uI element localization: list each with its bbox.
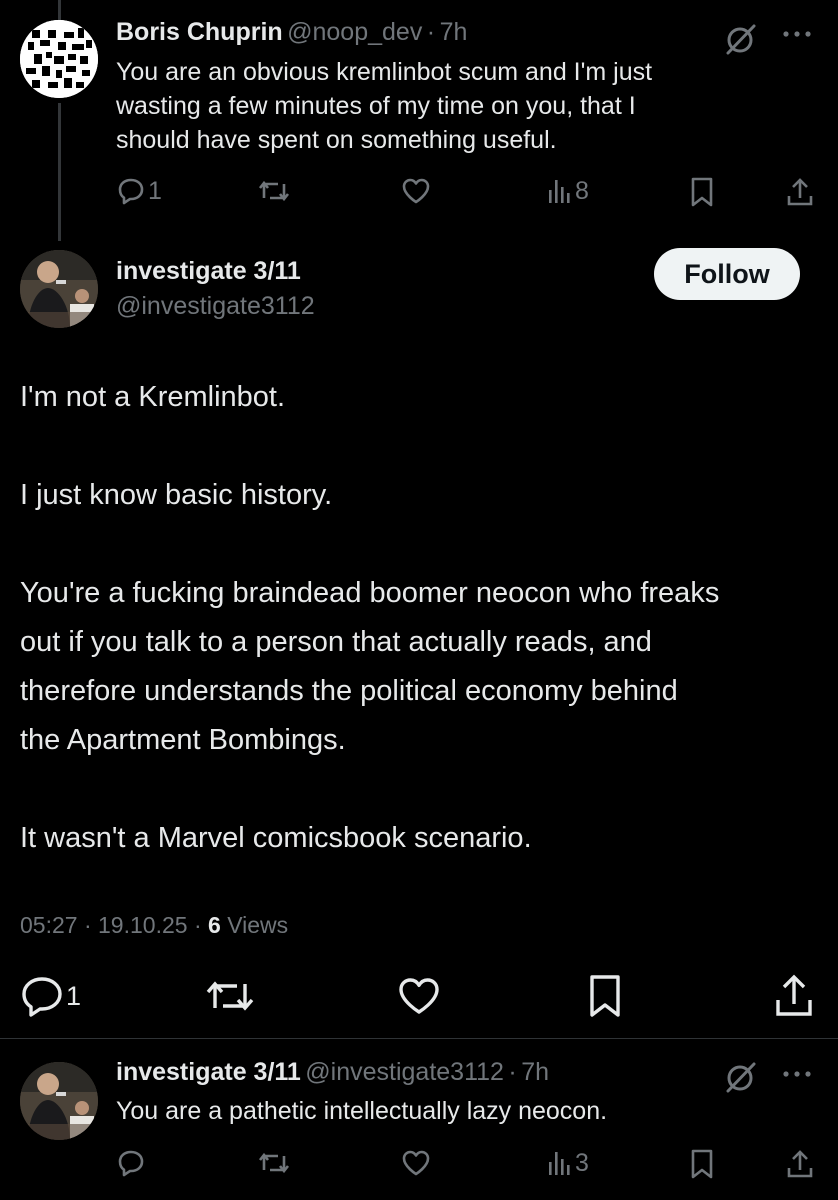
paragraph: I just know basic history. [20, 471, 830, 520]
text-line: should have spent on something useful. [116, 126, 557, 154]
text-line: out if you talk to a person that actuall… [20, 626, 652, 658]
separator: · [193, 912, 202, 938]
text-line: therefore understands the political econ… [20, 675, 678, 707]
grok-icon[interactable] [724, 1060, 758, 1099]
analytics-icon [546, 176, 572, 206]
analytics-icon [546, 1148, 572, 1178]
repost-icon [204, 975, 256, 1017]
post-date[interactable]: 19.10.25 [98, 912, 188, 938]
thread-connector [58, 103, 61, 241]
views-count: 8 [575, 176, 589, 205]
bookmark-icon [688, 1148, 716, 1180]
heart-icon [400, 1148, 432, 1178]
text-line: the Apartment Bombings. [20, 724, 346, 756]
reply-button[interactable] [116, 1148, 146, 1178]
more-options-icon[interactable] [780, 24, 814, 49]
more-options-icon[interactable] [780, 1064, 814, 1089]
text-line: I just know basic history. [20, 479, 333, 511]
like-button[interactable] [396, 975, 442, 1017]
views-count: 3 [575, 1148, 589, 1177]
reply-header: Boris Chuprin @noop_dev · 7h [116, 18, 467, 47]
repost-button[interactable] [258, 1148, 290, 1178]
post-body: I'm not a Kremlinbot. I just know basic … [20, 373, 830, 863]
reply-button[interactable]: 1 [20, 975, 81, 1017]
separator: · [83, 912, 92, 938]
separator: · [426, 18, 436, 46]
reply-text: You are an obvious kremlinbot scum and I… [116, 55, 652, 157]
separator: · [508, 1058, 517, 1086]
share-icon [786, 1148, 814, 1180]
paragraph: I'm not a Kremlinbot. [20, 373, 830, 422]
share-button[interactable] [786, 176, 814, 208]
bookmark-button[interactable] [688, 1148, 716, 1180]
like-button[interactable] [400, 176, 432, 206]
bookmark-icon [586, 973, 624, 1019]
reply-count: 1 [148, 176, 162, 205]
avatar[interactable] [20, 20, 98, 98]
paragraph: You're a fucking braindead boomer neocon… [20, 569, 830, 765]
heart-icon [400, 176, 432, 206]
views-button[interactable]: 3 [546, 1148, 589, 1178]
author-name-text: investigate 3/11 [116, 257, 301, 285]
thread-connector-top [58, 0, 61, 20]
text-line: wasting a few minutes of my time on you,… [116, 92, 636, 120]
bookmark-button[interactable] [688, 176, 716, 208]
share-button[interactable] [774, 973, 814, 1019]
author-name[interactable]: Boris Chuprin [116, 18, 283, 46]
repost-icon [258, 1148, 290, 1178]
bookmark-icon [688, 176, 716, 208]
text-line: It wasn't a Marvel comicsbook scenario. [20, 822, 532, 854]
follow-button[interactable]: Follow [654, 248, 800, 300]
share-button[interactable] [786, 1148, 814, 1180]
heart-icon [396, 975, 442, 1017]
reply-count: 1 [66, 980, 82, 1011]
author-name[interactable]: investigate 3/11 [116, 1058, 301, 1086]
avatar[interactable] [20, 1062, 98, 1140]
post-meta: 05:27 · 19.10.25 · 6 Views [20, 912, 288, 939]
text-line: You are an obvious kremlinbot scum and I… [116, 58, 653, 86]
text-line: I'm not a Kremlinbot. [20, 381, 286, 413]
divider [0, 1038, 838, 1039]
bookmark-button[interactable] [586, 973, 624, 1019]
avatar[interactable] [20, 250, 98, 328]
reply-button[interactable]: 1 [116, 176, 162, 206]
post-time[interactable]: 7h [521, 1058, 549, 1086]
author-handle[interactable]: @investigate3112 [305, 1058, 504, 1086]
views-count: 6 [208, 912, 221, 938]
like-button[interactable] [400, 1148, 432, 1178]
text-line: You're a fucking braindead boomer neocon… [20, 577, 720, 609]
reply-header: investigate 3/11 @investigate3112 · 7h [116, 1058, 549, 1087]
views-button[interactable]: 8 [546, 176, 589, 206]
author-handle-text: @investigate3112 [116, 292, 315, 320]
reply-icon [116, 176, 146, 206]
share-icon [786, 176, 814, 208]
repost-icon [258, 176, 290, 206]
author-name[interactable]: investigate 3/11 [116, 257, 301, 286]
share-icon [774, 973, 814, 1019]
reply-icon [20, 975, 64, 1017]
post-time[interactable]: 7h [440, 18, 468, 46]
repost-button[interactable] [258, 176, 290, 206]
repost-button[interactable] [204, 975, 256, 1017]
author-handle[interactable]: @noop_dev [287, 18, 422, 46]
paragraph: It wasn't a Marvel comicsbook scenario. [20, 814, 830, 863]
author-handle[interactable]: @investigate3112 [116, 292, 315, 321]
post-time[interactable]: 05:27 [20, 912, 78, 938]
reply-text: You are a pathetic intellectually lazy n… [116, 1097, 608, 1125]
reply-icon [116, 1148, 146, 1178]
views-label: Views [227, 912, 289, 938]
grok-icon[interactable] [724, 22, 758, 61]
